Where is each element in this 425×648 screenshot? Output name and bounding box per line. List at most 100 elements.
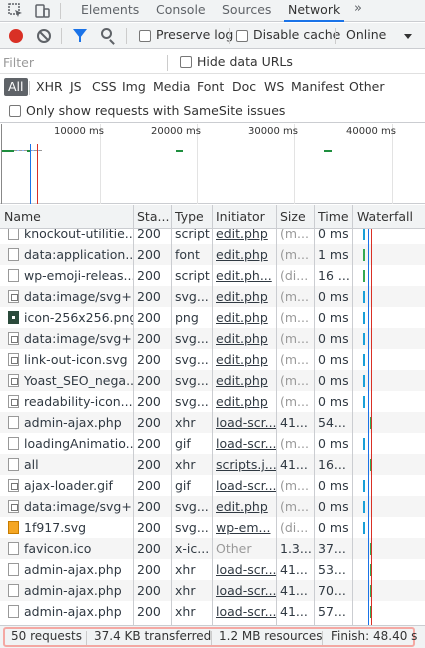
summary-separator	[322, 631, 323, 645]
column-header-type[interactable]: Type	[171, 205, 212, 229]
request-name: loadingAnimatio...	[24, 436, 133, 451]
request-size: (m...	[280, 499, 309, 514]
request-initiator[interactable]: load-scr...	[212, 433, 276, 454]
image-thumbnail-icon	[8, 311, 19, 324]
request-initiator[interactable]: edit.php	[212, 370, 276, 391]
request-time: 0 ms	[318, 289, 349, 304]
file-icon	[8, 563, 19, 576]
request-status: 200	[137, 310, 161, 325]
waterfall-bar	[363, 501, 365, 513]
overview-bar	[2, 150, 14, 152]
clear-button[interactable]	[37, 29, 51, 43]
chevron-down-icon[interactable]	[404, 34, 412, 39]
inspect-element-icon[interactable]	[8, 3, 24, 19]
type-filter-js[interactable]: JS	[68, 78, 84, 96]
disable-cache-checkbox[interactable]	[236, 30, 248, 42]
type-filter-img[interactable]: Img	[120, 78, 148, 96]
column-divider	[133, 205, 134, 625]
type-filter-ws[interactable]: WS	[262, 78, 286, 96]
waterfall-bar	[363, 396, 365, 408]
request-initiator[interactable]: edit.php	[212, 496, 276, 517]
request-type: xhr	[175, 457, 196, 472]
tab-network[interactable]: Network	[284, 0, 345, 22]
type-filter-xhr[interactable]: XHR	[34, 78, 65, 96]
samesite-checkbox[interactable]	[9, 105, 21, 117]
hide-data-urls-checkbox[interactable]	[180, 56, 192, 68]
toolbar-separator	[335, 28, 336, 44]
timeline-overview[interactable]: 10000 ms 20000 ms 30000 ms 40000 ms	[0, 124, 425, 204]
request-name: icon-256x256.png	[24, 310, 133, 325]
type-filter-other[interactable]: Other	[347, 78, 387, 96]
request-initiator[interactable]: edit.php	[212, 349, 276, 370]
type-filter-css[interactable]: CSS	[90, 78, 119, 96]
more-tabs-button[interactable]: »	[354, 1, 362, 16]
toolbar-separator	[126, 28, 127, 44]
request-initiator[interactable]: edit.ph...	[212, 265, 276, 286]
request-initiator[interactable]: edit.php	[212, 244, 276, 265]
waterfall-bar	[363, 270, 365, 282]
waterfall-bar	[363, 333, 365, 345]
request-size: (m...	[280, 436, 309, 451]
overview-tick-label: 40000 ms	[346, 126, 396, 137]
column-header-initiator[interactable]: Initiator	[212, 205, 276, 229]
tab-separator	[60, 3, 61, 19]
request-type: xhr	[175, 583, 196, 598]
request-initiator[interactable]: scripts.j...	[212, 454, 276, 475]
request-initiator[interactable]: load-scr...	[212, 580, 276, 601]
request-initiator[interactable]: load-scr...	[212, 559, 276, 580]
type-filter-manifest[interactable]: Manifest	[289, 78, 346, 96]
summary-separator	[211, 631, 212, 645]
throttling-select[interactable]: Online	[346, 27, 386, 42]
request-status: 200	[137, 436, 161, 451]
request-initiator[interactable]: Other	[212, 538, 276, 559]
column-header-size[interactable]: Size	[276, 205, 314, 229]
request-name: all	[24, 457, 39, 472]
filter-icon[interactable]	[73, 29, 87, 42]
request-name: favicon.ico	[24, 541, 92, 556]
request-initiator[interactable]: edit.php	[212, 286, 276, 307]
file-icon	[8, 458, 19, 471]
request-size: 41...	[280, 583, 308, 598]
request-name: readability-icon....	[24, 394, 133, 409]
type-filter-font[interactable]: Font	[195, 78, 226, 96]
tab-sources[interactable]: Sources	[218, 0, 275, 22]
request-type: svg...	[175, 520, 209, 535]
column-header-name[interactable]: Name	[0, 205, 133, 229]
column-header-time[interactable]: Time	[314, 205, 352, 229]
waterfall-bar	[363, 312, 365, 324]
tab-elements[interactable]: Elements	[77, 0, 143, 22]
request-initiator[interactable]: load-scr...	[212, 601, 276, 622]
image-file-icon	[8, 332, 19, 345]
tab-console[interactable]: Console	[152, 0, 210, 22]
search-icon[interactable]	[101, 28, 112, 39]
request-initiator[interactable]: edit.php	[212, 328, 276, 349]
request-time: 0 ms	[318, 352, 349, 367]
request-status: 200	[137, 247, 161, 262]
request-initiator[interactable]: wp-em...	[212, 517, 276, 538]
overview-bar	[324, 150, 332, 152]
column-header-status[interactable]: Sta...	[133, 205, 171, 229]
request-status: 200	[137, 520, 161, 535]
request-initiator[interactable]: edit.php	[212, 391, 276, 412]
request-initiator[interactable]: edit.php	[212, 307, 276, 328]
request-initiator[interactable]: edit.php	[212, 229, 276, 244]
device-toolbar-icon[interactable]	[34, 3, 50, 19]
request-name: 1f917.svg	[24, 520, 87, 535]
record-button[interactable]	[9, 29, 23, 43]
type-filter-media[interactable]: Media	[151, 78, 193, 96]
type-filter-doc[interactable]: Doc	[230, 78, 258, 96]
request-initiator[interactable]: load-scr...	[212, 475, 276, 496]
request-size: (m...	[280, 229, 309, 241]
type-filter-all[interactable]: All	[4, 78, 28, 96]
request-time: 57...	[318, 604, 346, 619]
request-time: 0 ms	[318, 229, 349, 241]
devtools-tab-bar: Elements Console Sources Network »	[0, 0, 425, 22]
transferred-size: 37.4 KB transferred	[94, 629, 212, 643]
request-name: admin-ajax.php	[24, 583, 122, 598]
column-header-waterfall[interactable]: Waterfall	[353, 205, 425, 229]
request-status: 200	[137, 457, 161, 472]
request-size: (di...	[280, 268, 309, 283]
preserve-log-checkbox[interactable]	[139, 30, 151, 42]
filter-input[interactable]	[3, 53, 161, 71]
request-initiator[interactable]: load-scr...	[212, 412, 276, 433]
